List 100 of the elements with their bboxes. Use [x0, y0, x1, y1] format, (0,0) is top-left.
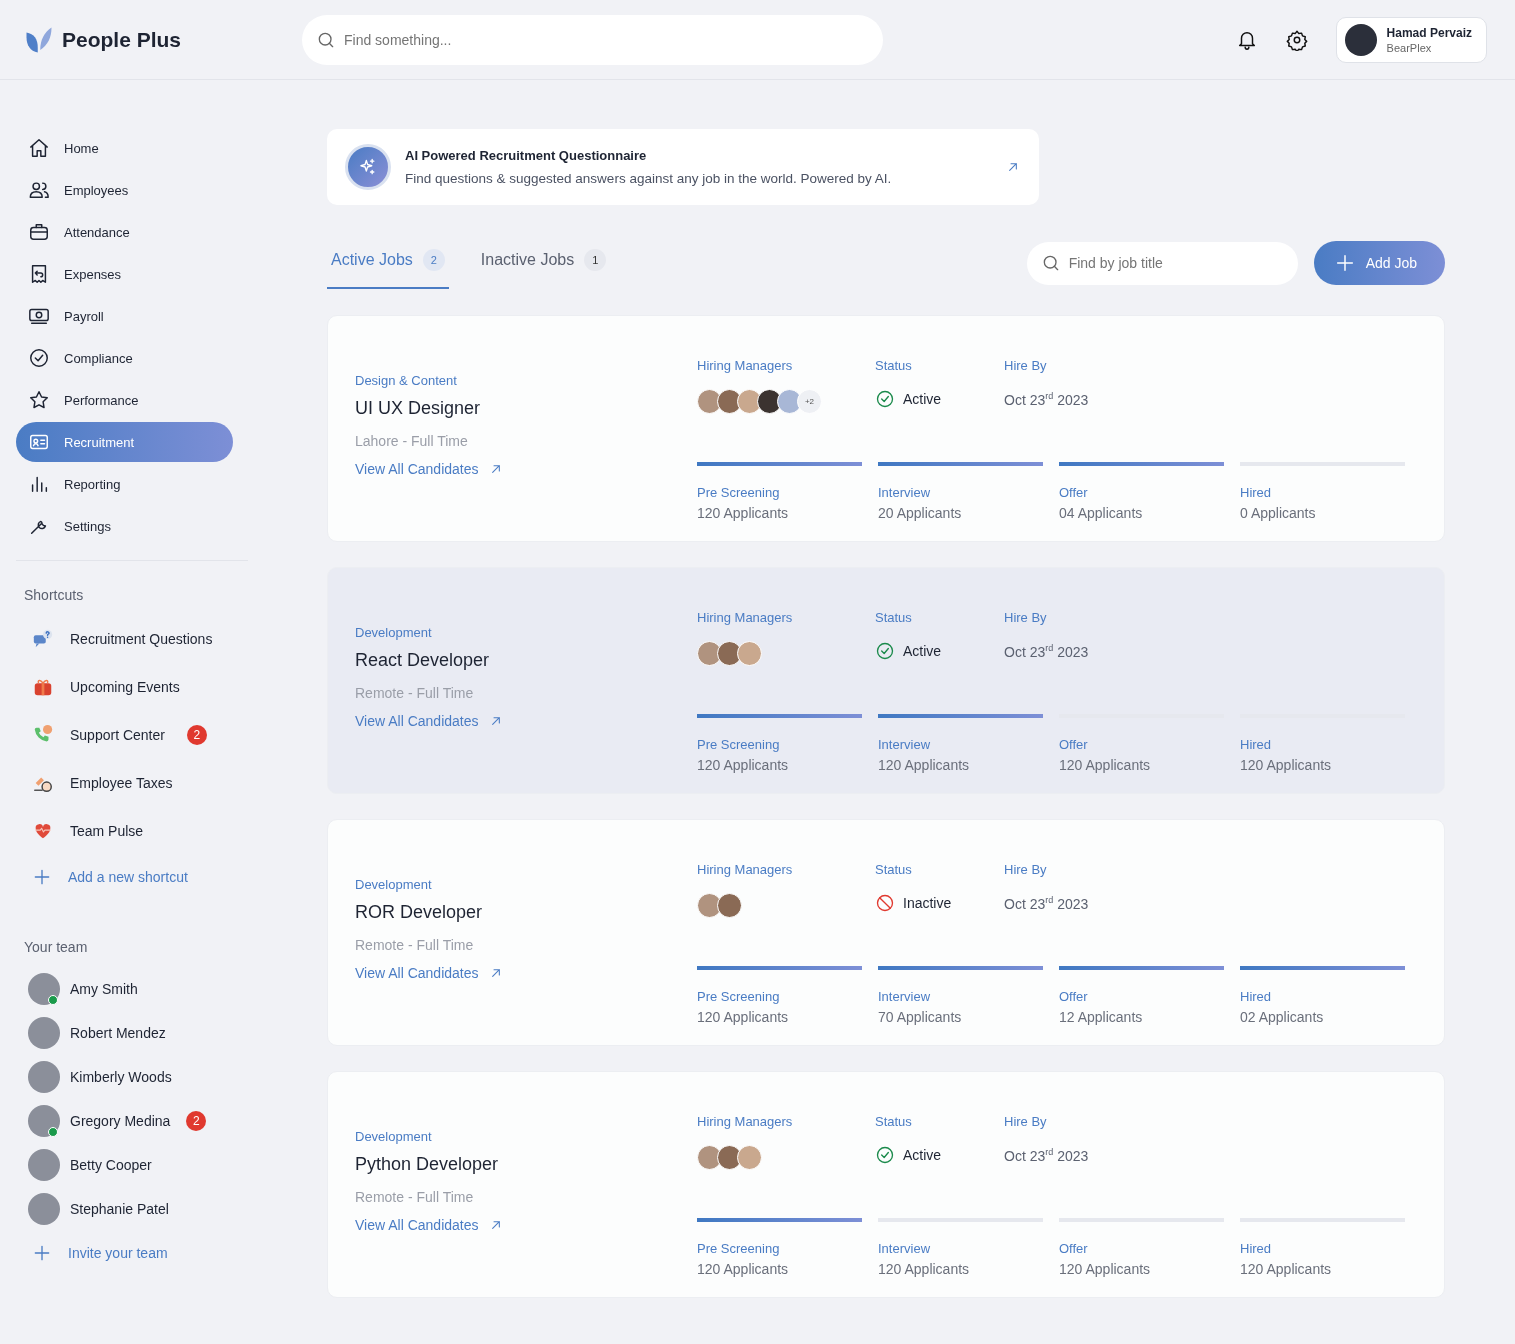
job-card[interactable]	[327, 1071, 1445, 1298]
field-label: Hiring Managers	[697, 610, 794, 625]
nav-item[interactable]: Attendance	[16, 212, 233, 252]
stage-label: Interview	[878, 989, 932, 1004]
job-search-field[interactable]: Find by job title	[1026, 241, 1298, 285]
job-location: Remote - Full Time	[355, 937, 475, 953]
job-title: Python Developer	[355, 1154, 500, 1175]
nav-item[interactable]: Performance	[16, 380, 233, 420]
job-title: ROR Developer	[355, 902, 484, 923]
field-label: Status	[875, 358, 913, 373]
applicant-count: 120 Applicants	[1059, 1261, 1152, 1277]
stage-label: Hired	[1240, 989, 1273, 1004]
add-shortcut-link[interactable]: Add a new shortcut	[24, 855, 233, 899]
avatar-photo	[1344, 23, 1377, 56]
ai-banner[interactable]: AI Powered Recruitment Questionnaire Find questions & suggested answers against any job in the world. Powered by AI.	[327, 129, 1039, 205]
hire-date: Oct 23$^{rd}$ 2023	[1004, 643, 1089, 660]
more-count: +2	[797, 389, 822, 414]
stage-label: Interview	[878, 1241, 932, 1256]
banner-title: AI Powered Recruitment Questionnaire	[405, 148, 648, 163]
user-card[interactable]: Hamad Pervaiz BearPlex	[1335, 16, 1487, 63]
stage-label: Pre Screening	[697, 485, 781, 500]
stage-label: Pre Screening	[697, 737, 781, 752]
status-text: Active	[903, 1147, 942, 1163]
applicant-count: 04 Applicants	[1059, 505, 1144, 521]
stage-label: Hired	[1240, 1241, 1273, 1256]
add-job-button[interactable]: Add Job	[1313, 241, 1445, 285]
team-member[interactable]: Betty Cooper	[24, 1143, 233, 1187]
avatar-photo	[737, 641, 762, 666]
applicant-count: 120 Applicants	[1059, 757, 1152, 773]
invite-team-link[interactable]: Invite your team	[24, 1231, 233, 1275]
stage-label: Offer	[1059, 989, 1089, 1004]
job-card[interactable]	[327, 567, 1445, 794]
check-circle-icon	[875, 641, 895, 661]
job-location: Remote - Full Time	[355, 685, 475, 701]
stage-label: Offer	[1059, 737, 1089, 752]
field-label: Status	[875, 610, 913, 625]
view-candidates-link[interactable]: View All Candidates	[355, 713, 505, 729]
job-card[interactable]	[327, 819, 1445, 1046]
team-member[interactable]: Gregory Medina 2	[24, 1099, 233, 1143]
nav-item[interactable]: Employees	[16, 170, 233, 210]
nav-item[interactable]: Recruitment	[16, 422, 233, 462]
field-label: Hire By	[1004, 358, 1048, 373]
field-label: Hire By	[1004, 610, 1048, 625]
check-circle-icon	[28, 347, 50, 369]
briefcase-icon	[28, 221, 50, 243]
plus-icon	[32, 1243, 52, 1263]
job-card[interactable]	[327, 315, 1445, 542]
applicant-count: 120 Applicants	[878, 1261, 971, 1277]
stage-label: Offer	[1059, 1241, 1089, 1256]
applicant-count: 02 Applicants	[1240, 1009, 1325, 1025]
people-icon	[28, 179, 50, 201]
stage-label: Hired	[1240, 485, 1273, 500]
view-candidates-link[interactable]: View All Candidates	[355, 1217, 505, 1233]
view-candidates-link[interactable]: View All Candidates	[355, 965, 505, 981]
prohibited-icon	[875, 893, 895, 913]
field-label: Hiring Managers	[697, 862, 794, 877]
job-title: React Developer	[355, 650, 491, 671]
status-text: Active	[903, 643, 942, 659]
check-circle-icon	[875, 389, 895, 409]
shortcut-item[interactable]: Support Center 2	[24, 711, 233, 759]
shortcut-item[interactable]: Recruitment Questions	[24, 615, 233, 663]
nav-item[interactable]: Home	[16, 128, 233, 168]
stage-label: Interview	[878, 485, 932, 500]
team-member[interactable]: Amy Smith	[24, 967, 233, 1011]
avatar-photo	[28, 1061, 60, 1093]
tab[interactable]: Active Jobs 2	[327, 237, 449, 289]
team-member[interactable]: Robert Mendez	[24, 1011, 233, 1055]
section-title: Shortcuts	[24, 587, 85, 603]
view-candidates-link[interactable]: View All Candidates	[355, 461, 505, 477]
avatar-photo	[28, 1193, 60, 1225]
applicant-count: 120 Applicants	[697, 1261, 790, 1277]
team-member[interactable]: Kimberly Woods	[24, 1055, 233, 1099]
stage-label: Hired	[1240, 737, 1273, 752]
job-location: Lahore - Full Time	[355, 433, 469, 449]
nav-item[interactable]: Payroll	[16, 296, 233, 336]
applicant-count: 0 Applicants	[1240, 505, 1317, 521]
field-label: Hire By	[1004, 862, 1048, 877]
search-field[interactable]: Find something...	[302, 14, 883, 65]
stage-label: Offer	[1059, 485, 1089, 500]
job-category: Development	[355, 625, 433, 640]
gear-icon	[1285, 28, 1308, 51]
field-label: Hiring Managers	[697, 1114, 794, 1129]
nav-item[interactable]: Expenses	[16, 254, 233, 294]
team-member[interactable]: Stephanie Patel	[24, 1187, 233, 1231]
hire-date: Oct 23$^{rd}$ 2023	[1004, 1147, 1089, 1164]
nav-item[interactable]: Settings	[16, 506, 233, 546]
check-circle-icon	[875, 1145, 895, 1165]
shortcut-item[interactable]: Employee Taxes	[24, 759, 233, 807]
applicant-count: 120 Applicants	[878, 757, 971, 773]
hire-date: Oct 23$^{rd}$ 2023	[1004, 895, 1089, 912]
field-label: Hiring Managers	[697, 358, 794, 373]
nav-item[interactable]: Reporting	[16, 464, 233, 504]
nav-item[interactable]: Compliance	[16, 338, 233, 378]
tab[interactable]: Inactive Jobs 1	[476, 237, 611, 289]
avatar-photo	[28, 1149, 60, 1181]
job-location: Remote - Full Time	[355, 1189, 475, 1205]
applicant-count: 12 Applicants	[1059, 1009, 1144, 1025]
shortcut-item[interactable]: Team Pulse	[24, 807, 233, 855]
shortcut-item[interactable]: Upcoming Events	[24, 663, 233, 711]
job-category: Development	[355, 877, 433, 892]
